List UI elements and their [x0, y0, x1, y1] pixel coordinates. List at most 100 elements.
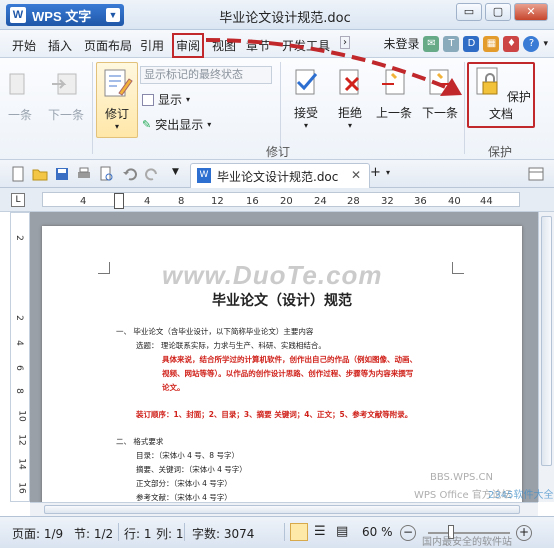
new-tab-button[interactable]: +: [370, 165, 381, 180]
chevron-down-icon: ▾: [114, 122, 119, 131]
accept-icon: [295, 69, 318, 95]
vertical-scrollbar[interactable]: [538, 212, 554, 502]
document-workspace[interactable]: www.DuoTe.com 毕业论文（设计）规范 一、 毕业论文（含毕业设计，以…: [30, 212, 538, 516]
app-menu-button[interactable]: W WPS 文字 ▼: [6, 4, 124, 26]
document-tab-bar: ▼ W 毕业论文设计规范.doc ✕ + ▾: [0, 160, 554, 188]
settings-chevron-icon[interactable]: ▾: [543, 39, 548, 49]
scrollbar-thumb[interactable]: [44, 505, 520, 514]
skin-icon[interactable]: ✉: [423, 35, 440, 52]
title-bar: W WPS 文字 ▼ 毕业论文设计规范.doc ▭ ▢ ✕: [0, 0, 554, 30]
print-preview-icon[interactable]: [98, 166, 114, 182]
login-link[interactable]: 未登录: [383, 35, 419, 52]
print-icon[interactable]: [76, 166, 92, 182]
close-tab-icon[interactable]: ✕: [351, 168, 361, 182]
status-word-count[interactable]: 字数: 3074: [192, 525, 254, 542]
next-button[interactable]: 下一条: [418, 66, 462, 121]
next-change-icon: [52, 73, 77, 95]
protect-document-button[interactable]: 保护文档: [470, 66, 532, 122]
scrollbar-thumb[interactable]: [541, 216, 552, 466]
highlight-button[interactable]: ✎ 突出显示 ▾: [142, 116, 211, 133]
horizontal-scrollbar[interactable]: [30, 502, 538, 516]
close-button[interactable]: ✕: [514, 3, 548, 21]
tab-chapter[interactable]: 章节: [246, 37, 270, 54]
zoom-out-button[interactable]: −: [400, 525, 416, 541]
new-file-icon[interactable]: [10, 166, 26, 182]
indent-marker-icon[interactable]: [114, 193, 124, 209]
document-heading[interactable]: 毕业论文（设计）规范: [42, 290, 522, 310]
ruler-tick: 8: [13, 388, 24, 394]
document-tab[interactable]: W 毕业论文设计规范.doc ✕: [190, 163, 370, 188]
lock-icon: [476, 67, 498, 95]
ruler-tick: 24: [314, 196, 327, 207]
help-icon[interactable]: ?: [523, 35, 540, 52]
status-column: 列: 1: [156, 527, 184, 541]
ruler-tick: 2: [13, 315, 24, 321]
app-center-icon[interactable]: ▦: [483, 35, 500, 52]
window-layout-icon[interactable]: [528, 166, 544, 182]
zoom-in-button[interactable]: +: [516, 525, 532, 541]
redo-icon[interactable]: [144, 166, 160, 182]
window-title: 毕业论文设计规范.doc: [219, 11, 351, 26]
minimize-button[interactable]: ▭: [456, 3, 482, 21]
docer-icon[interactable]: D: [463, 35, 480, 52]
more-tabs-icon[interactable]: ›: [340, 36, 350, 49]
open-folder-icon[interactable]: [32, 166, 48, 182]
status-page[interactable]: 页面: 1/9: [12, 525, 63, 542]
tab-references[interactable]: 引用: [140, 37, 164, 54]
track-changes-icon: [104, 69, 133, 97]
track-changes-button[interactable]: 修订 ▾: [96, 62, 138, 138]
group-label-revise: 修订: [266, 145, 291, 159]
doc-line[interactable]: 摘要、关键词：（宋体小 4 号字）: [136, 464, 247, 475]
tab-home[interactable]: 开始: [12, 37, 36, 54]
doc-line[interactable]: 装订顺序：1、封面；2、目录；3、摘要 关键词；4、正文；5、参考文献等附录。: [136, 409, 412, 420]
shirt-icon[interactable]: T: [443, 35, 460, 52]
ruler-tick: 2: [13, 235, 24, 241]
tab-review[interactable]: 审阅: [171, 33, 205, 58]
tab-stop-selector-icon[interactable]: L: [11, 193, 25, 207]
doc-line[interactable]: 正文部分：（宋体小 4 号字）: [136, 478, 232, 489]
web-view-icon[interactable]: ▤: [336, 524, 348, 539]
menu-bar: 开始 插入 页面布局 引用 审阅 视图 章节 开发工具 › 未登录 ✉ T D …: [0, 30, 554, 58]
watermark-text: www.DuoTe.com: [162, 260, 383, 290]
vertical-ruler[interactable]: 2 2 4 6 8 10 12 14 16: [10, 212, 30, 502]
page-view-icon[interactable]: [290, 523, 308, 541]
ruler-tick: 16: [246, 196, 259, 207]
highlight-icon: ✎: [142, 118, 152, 131]
doc-line[interactable]: 二、 格式要求: [116, 436, 163, 447]
outline-view-icon[interactable]: ☰: [314, 524, 326, 539]
tab-list-chevron-icon[interactable]: ▾: [386, 168, 390, 177]
doc-line[interactable]: 目录：（宋体小 4 号、8 号字）: [136, 450, 239, 461]
next-change-button[interactable]: 下一条: [44, 68, 88, 123]
doc-line[interactable]: 一、 毕业论文（含毕业设计，以下简称毕业论文）主要内容: [116, 326, 313, 337]
tab-developer[interactable]: 开发工具: [282, 37, 330, 54]
tab-page-layout[interactable]: 页面布局: [84, 37, 132, 54]
chevron-down-icon: ▼: [106, 8, 120, 22]
tab-insert[interactable]: 插入: [48, 37, 72, 54]
reject-button[interactable]: 拒绝 ▾: [330, 66, 370, 130]
reject-icon: [339, 69, 360, 95]
tab-view[interactable]: 视图: [212, 37, 236, 54]
maximize-button[interactable]: ▢: [485, 3, 511, 21]
previous-change-button[interactable]: 一条: [2, 68, 38, 123]
doc-line[interactable]: 视频、网站等等）。以作品的创作设计思路、创作过程、步骤等为内容来撰写: [162, 368, 413, 379]
show-markup-button[interactable]: 显示 ▾: [142, 91, 190, 108]
group-label-protect: 保护: [488, 145, 513, 159]
doc-line[interactable]: 论文。: [162, 382, 185, 393]
previous-button[interactable]: 上一条: [372, 66, 416, 121]
ruler-tick: 12: [211, 196, 224, 207]
doc-line[interactable]: 选题： 理论联系实际，力求与生产、科研、实践相结合。: [136, 340, 326, 351]
next-icon: [429, 69, 452, 95]
undo-icon[interactable]: [122, 166, 138, 182]
markup-view-select[interactable]: 显示标记的最终状态: [140, 66, 272, 84]
status-bar: 页面: 1/9 节: 1/2 行: 1 列: 1 字数: 3074 ☰ ▤ 60…: [0, 516, 554, 548]
doc-line[interactable]: 具体来说，结合所学过的计算机软件，创作出自己的作品（例如图像、动画、: [162, 354, 417, 365]
wps-logo-icon: W: [10, 7, 26, 23]
quick-access-chevron-icon[interactable]: ▼: [172, 167, 179, 177]
horizontal-ruler[interactable]: L 4 4 8 12 16 20 24 28 32 36 40 44: [0, 188, 554, 212]
accept-button[interactable]: 接受 ▾: [286, 66, 326, 130]
show-icon: [142, 93, 154, 106]
gift-icon[interactable]: ♦: [503, 35, 520, 52]
zoom-level[interactable]: 60 %: [362, 525, 393, 539]
save-icon[interactable]: [54, 166, 70, 182]
ribbon-review: 一条 下一条 修订 ▾ 显示标记的最终状态 显示 ▾ ✎ 突出显示 ▾ 接受 ▾ 拒…: [0, 58, 554, 160]
